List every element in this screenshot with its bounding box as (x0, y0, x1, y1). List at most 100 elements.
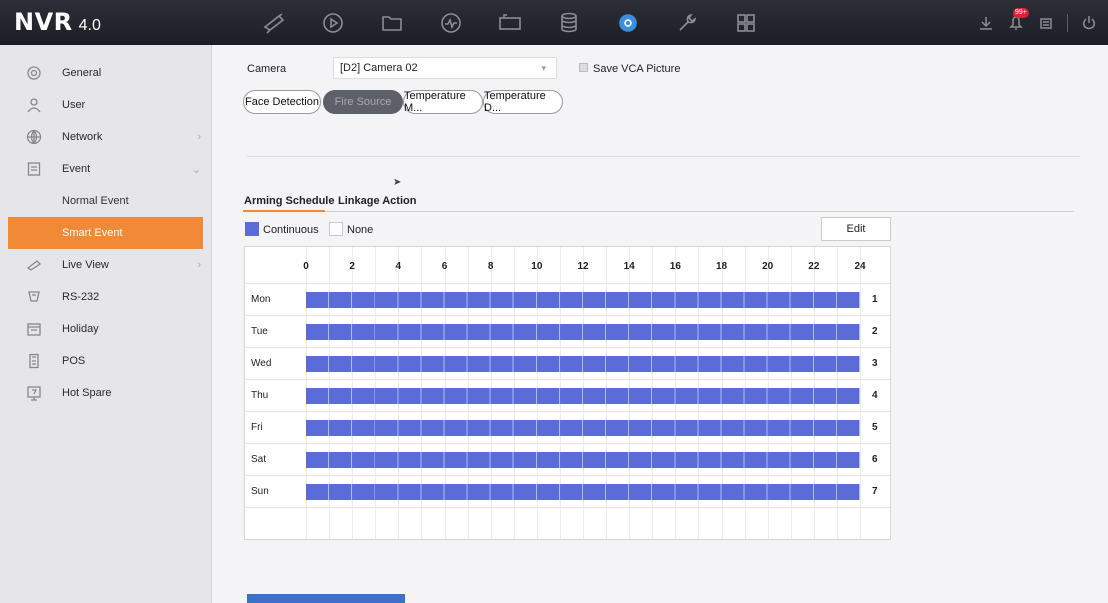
continuous-schedule-bar[interactable] (306, 484, 860, 500)
sidebar-item-label: Holiday (62, 323, 99, 335)
continuous-legend-label: Continuous (263, 224, 319, 236)
sidebar-item-holiday[interactable]: Holiday (0, 313, 211, 345)
schedule-row[interactable]: Tue 2 (245, 315, 890, 347)
sidebar-item-hot-spare[interactable]: Hot Spare (0, 377, 211, 409)
none-legend-swatch[interactable] (329, 222, 343, 236)
sidebar-item-general[interactable]: General (0, 57, 211, 89)
tab-temperature-measurement[interactable]: Temperature M... (403, 90, 483, 114)
continuous-schedule-bar[interactable] (306, 356, 860, 372)
file-manager-icon[interactable] (362, 0, 421, 45)
playback-icon[interactable] (303, 0, 362, 45)
arming-schedule-grid[interactable]: 0 2 4 6 8 10 12 14 16 18 20 22 24 Mon 1 Tue 2 Wed 3 Thu 4 Fri… (244, 246, 891, 540)
save-vca-label: Save VCA Picture (593, 63, 681, 75)
subtab-arming-schedule[interactable]: Arming Schedule (244, 195, 334, 207)
schedule-row[interactable]: Sat 6 (245, 443, 890, 475)
hour-tick-label: 2 (349, 261, 355, 272)
schedule-row[interactable]: Mon 1 (245, 283, 890, 315)
alarm-bell-icon[interactable]: 99+ (1007, 7, 1029, 32)
sidebar-subitem-smart-event[interactable]: Smart Event (8, 217, 203, 249)
hour-tick-label: 10 (531, 261, 543, 272)
event-icon (26, 161, 42, 177)
row-number-label[interactable]: 1 (872, 294, 878, 305)
sidebar-item-label: General (62, 67, 102, 79)
day-label: Sat (251, 454, 267, 465)
sidebar-item-label: Hot Spare (62, 387, 112, 399)
configuration-icon[interactable] (598, 0, 657, 45)
day-label: Mon (251, 294, 271, 305)
alarm-count-badge: 99+ (1013, 7, 1029, 18)
app-logo: NVR 4.0 (0, 0, 212, 45)
sidebar-item-label: User (62, 99, 86, 111)
pos-terminal-icon (26, 353, 42, 369)
sidebar-item-label: Event (62, 163, 91, 175)
camera-label: Camera (247, 63, 287, 75)
save-vca-checkbox[interactable] (579, 63, 588, 72)
sidebar-item-network[interactable]: Network › (0, 121, 211, 153)
schedule-row[interactable]: Sun 7 (245, 475, 890, 507)
continuous-schedule-bar[interactable] (306, 420, 860, 436)
sidebar-item-rs232[interactable]: RS-232 (0, 281, 211, 313)
sidebar-item-pos[interactable]: POS (0, 345, 211, 377)
continuous-schedule-bar[interactable] (306, 292, 860, 308)
globe-icon (26, 129, 42, 145)
tab-fire-source[interactable]: Fire Source (323, 90, 403, 114)
lock-screen-icon[interactable] (1037, 14, 1055, 32)
chevron-right-icon: › (197, 259, 201, 271)
schedule-row[interactable]: Wed 3 (245, 347, 890, 379)
sidebar-item-user[interactable]: User (0, 89, 211, 121)
schedule-row-empty (245, 507, 890, 539)
brand-name: NVR (14, 8, 73, 36)
row-number-label[interactable]: 2 (872, 326, 878, 337)
hour-tick-label: 4 (395, 261, 402, 272)
camera-select[interactable]: [D2] Camera 02 ▾ (333, 57, 557, 79)
serial-port-icon (26, 289, 42, 305)
sidebar-item-label: Network (62, 131, 103, 143)
sidebar-subitem-normal-event[interactable]: Normal Event (0, 185, 211, 217)
continuous-schedule-bar[interactable] (306, 452, 860, 468)
gear-icon (26, 65, 42, 81)
system-menu-icon[interactable] (716, 0, 775, 45)
day-label: Tue (251, 326, 268, 337)
sidebar-item-label: POS (62, 355, 86, 367)
schedule-row[interactable]: Thu 4 (245, 379, 890, 411)
tab-face-detection[interactable]: Face Detection (243, 90, 321, 114)
sidebar-item-live-view[interactable]: Live View › (0, 249, 211, 281)
smart-analysis-icon[interactable] (421, 0, 480, 45)
continuous-schedule-bar[interactable] (306, 324, 860, 340)
row-number-label[interactable]: 5 (872, 422, 878, 433)
camera-icon (26, 257, 42, 273)
row-number-label[interactable]: 6 (872, 454, 878, 465)
power-icon[interactable] (1080, 14, 1098, 32)
sidebar-item-event[interactable]: Event ⌄ (0, 153, 211, 185)
hour-tick-label: 16 (669, 261, 681, 272)
chevron-down-icon: ▾ (541, 62, 546, 73)
database-icon[interactable] (539, 0, 598, 45)
continuous-schedule-bar[interactable] (306, 388, 860, 404)
row-number-label[interactable]: 7 (872, 486, 878, 497)
maintenance-icon[interactable] (657, 0, 716, 45)
row-number-label[interactable]: 4 (872, 390, 878, 401)
sidebar-item-label: Live View (62, 259, 109, 271)
apply-button[interactable] (247, 594, 405, 603)
continuous-legend-swatch[interactable] (245, 222, 259, 236)
top-nav (244, 0, 775, 45)
mouse-cursor-icon: ➤ (393, 177, 402, 188)
download-icon[interactable] (977, 14, 995, 32)
tab-temperature-detection[interactable]: Temperature D... (483, 90, 563, 114)
edit-button[interactable]: Edit (821, 217, 891, 241)
live-view-icon[interactable] (244, 0, 303, 45)
hour-tick-label: 8 (487, 261, 494, 272)
storage-icon[interactable] (480, 0, 539, 45)
schedule-row[interactable]: Fri 5 (245, 411, 890, 443)
row-number-label[interactable]: 3 (872, 358, 878, 369)
divider (247, 156, 1080, 157)
subtab-linkage-action[interactable]: Linkage Action (338, 195, 416, 207)
user-icon (26, 97, 42, 113)
hot-spare-icon (26, 385, 42, 401)
sidebar: General User Network › Event ⌄ Normal Ev… (0, 45, 212, 603)
chevron-right-icon: › (197, 131, 201, 143)
main-panel: Camera [D2] Camera 02 ▾ Save VCA Picture… (213, 45, 1108, 603)
hour-tick-label: 14 (623, 261, 635, 272)
brand-version: 4.0 (78, 17, 101, 34)
sidebar-item-label: RS-232 (62, 291, 100, 303)
